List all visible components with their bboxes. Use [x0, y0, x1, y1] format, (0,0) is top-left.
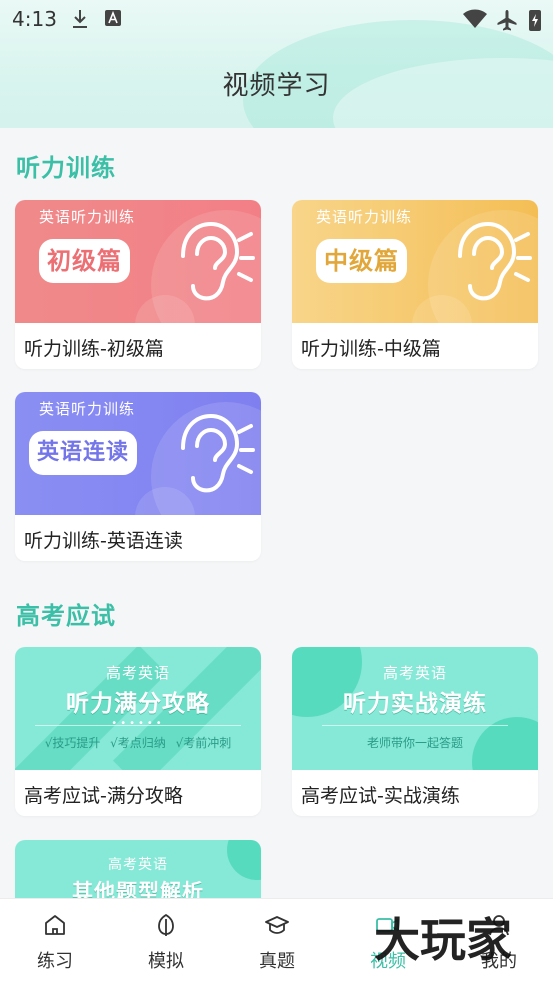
card-thumbnail: 英语听力训练 中级篇 [292, 200, 538, 323]
banner-tags: √技巧提升 √考点归纳 √考前冲刺 [44, 736, 232, 750]
app-root: 4:13 视频学习 听力训练 英语听力训练 初级篇 听力训练-初级篇 英语听力训… [0, 0, 553, 984]
banner-title: 听力满分攻略 [66, 691, 210, 717]
wifi-icon [463, 9, 487, 28]
course-card-beginner[interactable]: 英语听力训练 初级篇 听力训练-初级篇 [15, 200, 261, 369]
battery-charging-icon [529, 10, 541, 31]
status-bar: 4:13 [0, 0, 553, 40]
nav-label: 真题 [259, 951, 295, 972]
level-badge: 中级篇 [316, 239, 407, 283]
card-caption: 高考应试-满分攻略 [24, 785, 183, 807]
card-thumbnail: 高考英语 听力满分攻略 •••••• √技巧提升 √考点归纳 √考前冲刺 [15, 647, 261, 770]
thumbnail-tag: 英语听力训练 [39, 208, 136, 226]
font-app-icon [105, 10, 121, 26]
header: 4:13 视频学习 [0, 0, 553, 128]
card-caption: 听力训练-英语连读 [24, 530, 183, 552]
section-title-listening: 听力训练 [16, 154, 116, 182]
card-caption: 高考应试-实战演练 [301, 785, 460, 807]
level-badge: 初级篇 [39, 239, 130, 283]
banner-note: 老师带你一起答题 [366, 736, 463, 750]
card-thumbnail: 英语听力训练 英语连读 [15, 392, 261, 515]
ear-icon [181, 413, 255, 493]
section-title-exam: 高考应试 [16, 602, 116, 630]
ear-icon [181, 221, 255, 301]
airplane-icon [497, 10, 517, 31]
card-thumbnail: 英语听力训练 初级篇 [15, 200, 261, 323]
card-caption: 听力训练-初级篇 [24, 338, 164, 360]
course-card-linking[interactable]: 英语听力训练 英语连读 听力训练-英语连读 [15, 392, 261, 561]
nav-item-practice[interactable]: 练习 [0, 899, 110, 984]
course-card-intermediate[interactable]: 英语听力训练 中级篇 听力训练-中级篇 [292, 200, 538, 369]
home-icon [45, 915, 65, 935]
card-thumbnail: 高考英语 听力实战演练 老师带你一起答题 [292, 647, 538, 770]
status-time: 4:13 [12, 7, 57, 31]
thumbnail-tag: 英语听力训练 [39, 400, 136, 418]
nav-item-mock[interactable]: 模拟 [111, 899, 221, 984]
banner-subtitle: 高考英语 [105, 664, 170, 682]
ear-icon [458, 221, 532, 301]
banner-subtitle: 高考英语 [108, 857, 168, 873]
card-caption: 听力训练-中级篇 [301, 338, 441, 360]
banner-divider [35, 725, 241, 726]
banner-subtitle: 高考英语 [382, 664, 447, 682]
banner-title: 听力实战演练 [343, 691, 487, 717]
course-card-full-score[interactable]: 高考英语 听力满分攻略 •••••• √技巧提升 √考点归纳 √考前冲刺 高考应… [15, 647, 261, 816]
graduation-cap-icon [265, 916, 289, 934]
watermark: 大玩家 [374, 913, 512, 967]
thumbnail-tag: 英语听力训练 [316, 208, 413, 226]
level-badge: 英语连读 [29, 431, 138, 475]
download-icon [73, 10, 87, 28]
banner-divider [322, 725, 508, 726]
leaf-icon [158, 913, 174, 936]
nav-label: 模拟 [148, 951, 184, 972]
course-card-practice[interactable]: 高考英语 听力实战演练 老师带你一起答题 高考应试-实战演练 [292, 647, 538, 816]
nav-item-past-papers[interactable]: 真题 [222, 899, 332, 984]
nav-label: 练习 [37, 951, 73, 972]
banner-divider-dots: •••••• [111, 718, 165, 729]
page-title: 视频学习 [222, 71, 331, 101]
